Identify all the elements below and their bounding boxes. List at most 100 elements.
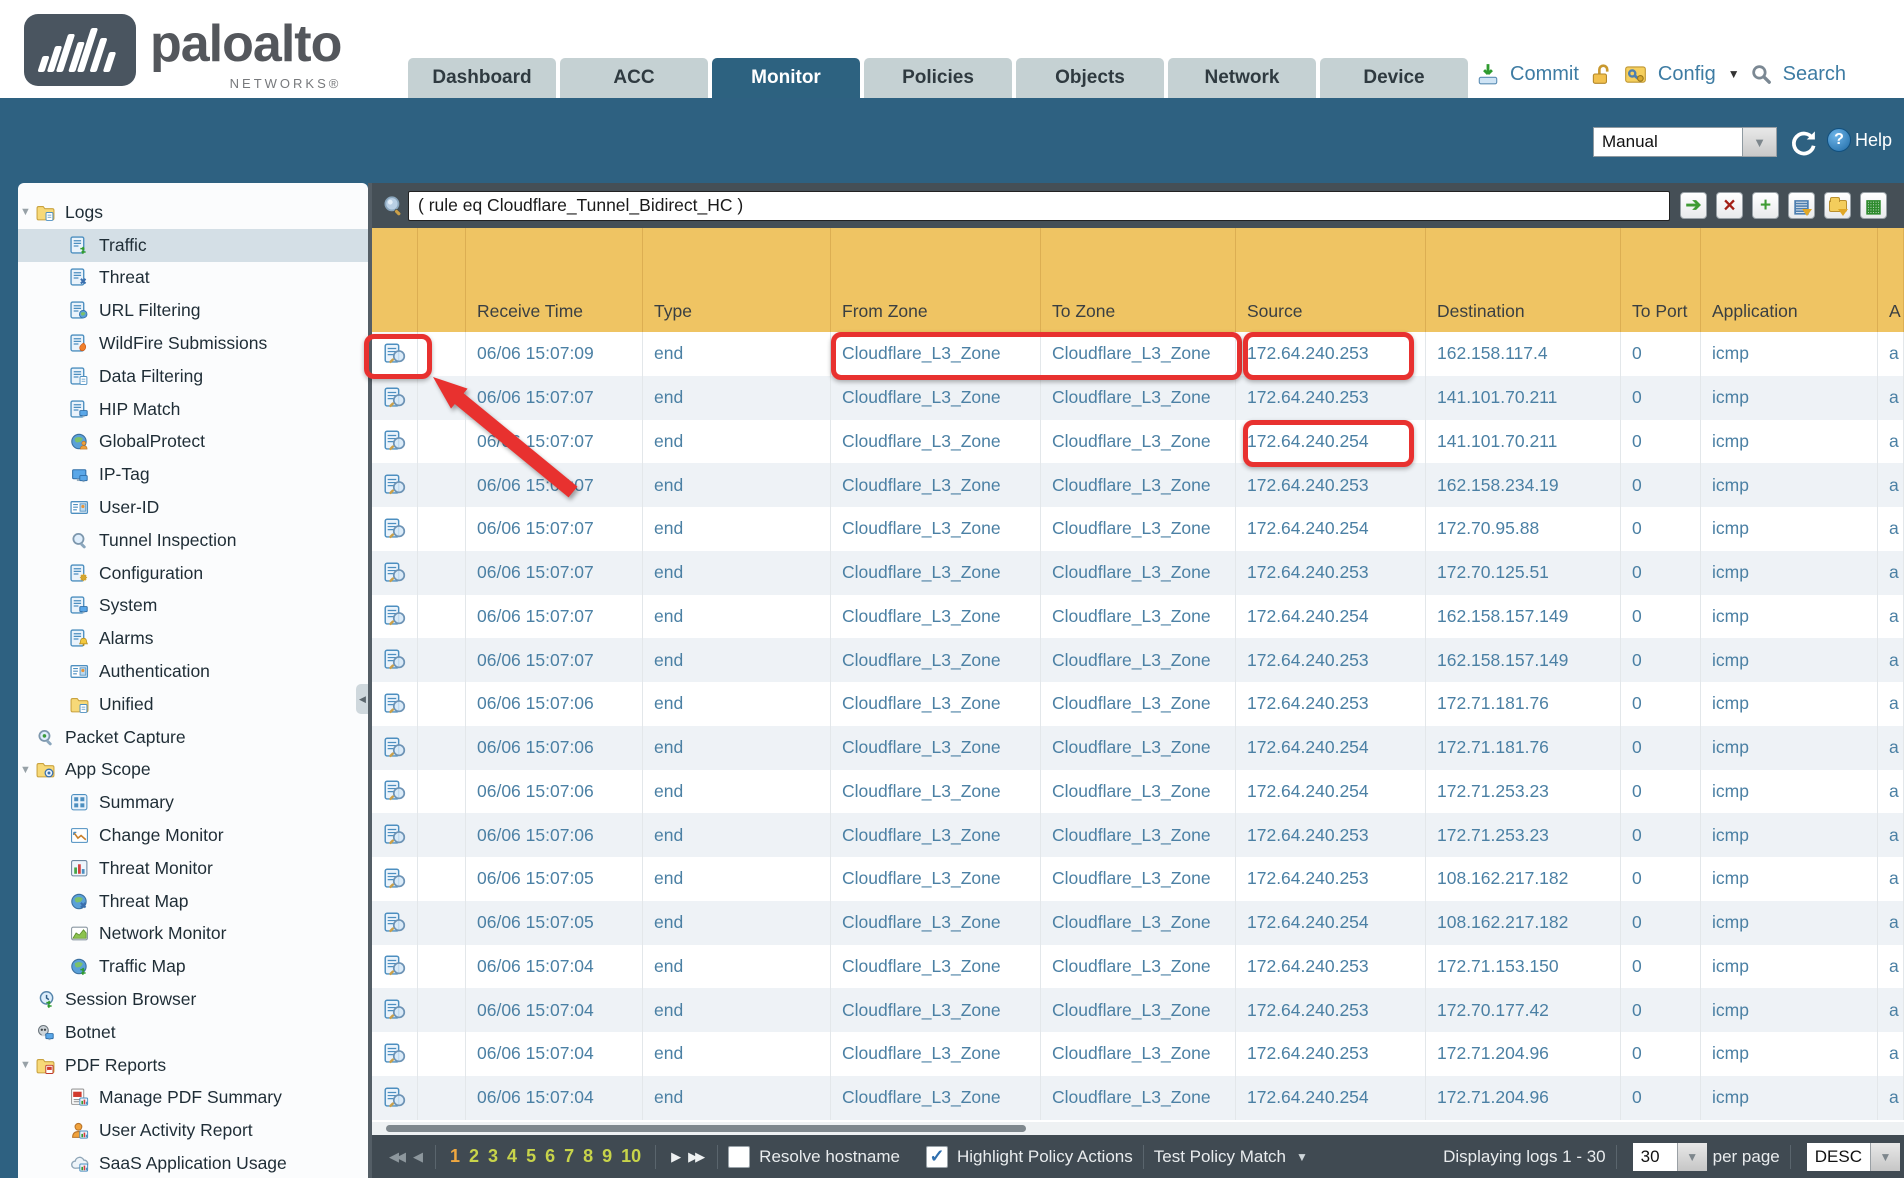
- sidebar-item-wildfire-submissions[interactable]: WildFire Submissions: [18, 327, 368, 360]
- log-row[interactable]: 06/06 15:07:04endCloudflare_L3_ZoneCloud…: [372, 945, 1904, 989]
- commit-button[interactable]: Commit: [1510, 63, 1579, 86]
- sidebar-item-threat-monitor[interactable]: Threat Monitor: [18, 852, 368, 885]
- log-detail-icon[interactable]: [372, 463, 418, 507]
- per-page-value[interactable]: 30: [1633, 1143, 1677, 1171]
- log-detail-icon[interactable]: [372, 376, 418, 420]
- log-row[interactable]: 06/06 15:07:05endCloudflare_L3_ZoneCloud…: [372, 857, 1904, 901]
- sidebar-item-botnet[interactable]: Botnet: [18, 1016, 368, 1049]
- load-filter-button[interactable]: [1824, 192, 1851, 219]
- refresh-icon[interactable]: [1788, 127, 1818, 157]
- sidebar-item-authentication[interactable]: Authentication: [18, 655, 368, 688]
- sort-order-value[interactable]: DESC: [1807, 1143, 1870, 1171]
- tab-device[interactable]: Device: [1320, 58, 1468, 98]
- sidebar-item-summary[interactable]: Summary: [18, 786, 368, 819]
- config-button[interactable]: Config: [1658, 63, 1716, 86]
- log-detail-icon[interactable]: [372, 901, 418, 945]
- log-detail-icon[interactable]: [372, 420, 418, 464]
- sidebar-item-configuration[interactable]: Configuration: [18, 557, 368, 590]
- sidebar-item-data-filtering[interactable]: Data Filtering: [18, 360, 368, 393]
- log-detail-icon[interactable]: [372, 1032, 418, 1076]
- highlight-policy-actions-checkbox[interactable]: ✓: [926, 1146, 948, 1168]
- sidebar-item-user-activity-report[interactable]: User Activity Report: [18, 1114, 368, 1147]
- first-page-icon[interactable]: ◀◀: [384, 1149, 408, 1165]
- next-page-icon[interactable]: ▶: [666, 1149, 683, 1165]
- log-row[interactable]: 06/06 15:07:06endCloudflare_L3_ZoneCloud…: [372, 682, 1904, 726]
- page-number-1[interactable]: 1: [450, 1146, 460, 1167]
- column-header-destination[interactable]: Destination: [1426, 228, 1621, 332]
- page-number-8[interactable]: 8: [583, 1146, 593, 1167]
- refresh-mode-dropdown-arrow-icon[interactable]: ▼: [1743, 127, 1777, 157]
- sidebar-item-globalprotect[interactable]: GlobalProtect: [18, 426, 368, 459]
- clear-filter-button[interactable]: ×: [1716, 192, 1743, 219]
- sidebar-item-system[interactable]: System: [18, 590, 368, 623]
- sidebar-item-network-monitor[interactable]: Network Monitor: [18, 918, 368, 951]
- tab-monitor[interactable]: Monitor: [712, 58, 860, 98]
- help-button[interactable]: ? Help: [1827, 128, 1892, 152]
- sort-order-select[interactable]: DESC ▼: [1807, 1143, 1900, 1171]
- sidebar-item-unified[interactable]: Unified: [18, 688, 368, 721]
- column-header-action[interactable]: A: [1878, 228, 1904, 332]
- tab-policies[interactable]: Policies: [864, 58, 1012, 98]
- lock-icon[interactable]: [1589, 62, 1613, 86]
- sidebar-item-pdf-reports[interactable]: ▼PDF Reports: [18, 1049, 368, 1082]
- log-detail-icon[interactable]: [372, 507, 418, 551]
- log-row[interactable]: 06/06 15:07:07endCloudflare_L3_ZoneCloud…: [372, 595, 1904, 639]
- column-header-application[interactable]: Application: [1701, 228, 1878, 332]
- log-row[interactable]: 06/06 15:07:07endCloudflare_L3_ZoneCloud…: [372, 376, 1904, 420]
- log-row[interactable]: 06/06 15:07:05endCloudflare_L3_ZoneCloud…: [372, 901, 1904, 945]
- refresh-mode-select[interactable]: Manual ▼: [1593, 127, 1777, 157]
- sidebar-item-traffic-map[interactable]: Traffic Map: [18, 950, 368, 983]
- log-detail-icon[interactable]: [372, 595, 418, 639]
- log-row[interactable]: 06/06 15:07:07endCloudflare_L3_ZoneCloud…: [372, 551, 1904, 595]
- log-row[interactable]: 06/06 15:07:07endCloudflare_L3_ZoneCloud…: [372, 638, 1904, 682]
- refresh-mode-value[interactable]: Manual: [1593, 127, 1743, 157]
- sidebar-item-manage-pdf-summary[interactable]: Manage PDF Summary: [18, 1082, 368, 1115]
- apply-filter-button[interactable]: ➔: [1680, 192, 1707, 219]
- per-page-select[interactable]: 30 ▼: [1633, 1143, 1707, 1171]
- sidebar-item-threat-map[interactable]: Threat Map: [18, 885, 368, 918]
- sidebar-item-ip-tag[interactable]: IP-Tag: [18, 458, 368, 491]
- sidebar-item-change-monitor[interactable]: Change Monitor: [18, 819, 368, 852]
- tab-dashboard[interactable]: Dashboard: [408, 58, 556, 98]
- horizontal-scrollbar[interactable]: [372, 1122, 1904, 1135]
- expand-triangle-icon[interactable]: ▼: [18, 206, 33, 218]
- log-detail-icon[interactable]: [372, 726, 418, 770]
- tab-acc[interactable]: ACC: [560, 58, 708, 98]
- log-filter-input[interactable]: [408, 191, 1670, 221]
- filter-builder-button[interactable]: ▤: [1788, 192, 1815, 219]
- expand-triangle-icon[interactable]: ▼: [18, 764, 33, 776]
- log-detail-icon[interactable]: [372, 332, 418, 376]
- sidebar-item-url-filtering[interactable]: URL Filtering: [18, 294, 368, 327]
- sidebar-item-tunnel-inspection[interactable]: Tunnel Inspection: [18, 524, 368, 557]
- log-row[interactable]: 06/06 15:07:07endCloudflare_L3_ZoneCloud…: [372, 420, 1904, 464]
- sidebar-item-hip-match[interactable]: HIP Match: [18, 393, 368, 426]
- log-row[interactable]: 06/06 15:07:04endCloudflare_L3_ZoneCloud…: [372, 1076, 1904, 1120]
- log-row[interactable]: 06/06 15:07:06endCloudflare_L3_ZoneCloud…: [372, 726, 1904, 770]
- add-filter-button[interactable]: +: [1752, 192, 1779, 219]
- log-row[interactable]: 06/06 15:07:06endCloudflare_L3_ZoneCloud…: [372, 770, 1904, 814]
- tab-network[interactable]: Network: [1168, 58, 1316, 98]
- sidebar-item-logs[interactable]: ▼Logs: [18, 196, 368, 229]
- sidebar-item-traffic[interactable]: Traffic: [18, 229, 368, 262]
- resolve-hostname-checkbox[interactable]: [728, 1146, 750, 1168]
- log-row[interactable]: 06/06 15:07:09endCloudflare_L3_ZoneCloud…: [372, 332, 1904, 376]
- log-detail-icon[interactable]: [372, 1076, 418, 1120]
- log-detail-icon[interactable]: [372, 638, 418, 682]
- log-detail-icon[interactable]: [372, 813, 418, 857]
- export-log-button[interactable]: ▦: [1860, 192, 1887, 219]
- expand-triangle-icon[interactable]: ▼: [18, 1059, 33, 1071]
- sidebar-item-user-id[interactable]: User-ID: [18, 491, 368, 524]
- log-detail-icon[interactable]: [372, 857, 418, 901]
- log-row[interactable]: 06/06 15:07:06endCloudflare_L3_ZoneCloud…: [372, 813, 1904, 857]
- sidebar-item-saas-application-usage[interactable]: SaaS Application Usage: [18, 1147, 368, 1178]
- log-row[interactable]: 06/06 15:07:04endCloudflare_L3_ZoneCloud…: [372, 988, 1904, 1032]
- page-number-6[interactable]: 6: [545, 1146, 555, 1167]
- log-detail-icon[interactable]: [372, 682, 418, 726]
- page-number-9[interactable]: 9: [602, 1146, 612, 1167]
- sidebar-item-packet-capture[interactable]: Packet Capture: [18, 721, 368, 754]
- sidebar-item-alarms[interactable]: Alarms: [18, 622, 368, 655]
- column-header-source[interactable]: Source: [1236, 228, 1426, 332]
- log-detail-icon[interactable]: [372, 988, 418, 1032]
- config-caret-icon[interactable]: ▼: [1728, 67, 1740, 81]
- horizontal-scrollbar-thumb[interactable]: [386, 1125, 1026, 1132]
